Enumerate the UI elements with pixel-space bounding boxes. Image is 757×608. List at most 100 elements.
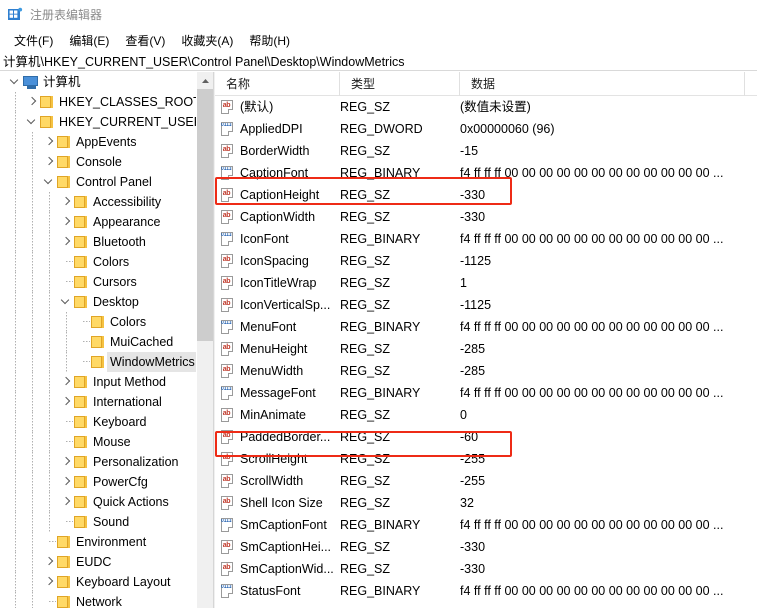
scroll-up-arrow-icon[interactable] (197, 72, 214, 89)
list-item[interactable]: abMenuHeightREG_SZ-285 (215, 338, 757, 360)
tree-scrollbar-thumb[interactable] (197, 89, 214, 341)
chevron-down-icon[interactable] (62, 298, 70, 306)
tree-expander[interactable] (58, 372, 74, 392)
chevron-right-icon[interactable] (45, 158, 53, 166)
tree-item-accessibility[interactable]: Accessibility (0, 192, 196, 212)
chevron-right-icon[interactable] (45, 578, 53, 586)
tree-item-appearance[interactable]: Appearance (0, 212, 196, 232)
tree-expander[interactable] (58, 392, 74, 412)
tree-expander[interactable] (58, 292, 74, 312)
list-item[interactable]: abShell Icon SizeREG_SZ32 (215, 492, 757, 514)
menu-favorites[interactable]: 收藏夹(A) (173, 31, 241, 50)
list-item[interactable]: abIconTitleWrapREG_SZ1 (215, 272, 757, 294)
column-header-data[interactable]: 数据 (460, 72, 745, 96)
tree-item-international[interactable]: International (0, 392, 196, 412)
tree-item-keyboard-layout[interactable]: Keyboard Layout (0, 572, 196, 592)
tree-item-appevents[interactable]: AppEvents (0, 132, 196, 152)
tree-expander[interactable] (24, 92, 40, 112)
tree-item-colors[interactable]: Colors (0, 312, 196, 332)
tree-expander[interactable] (58, 492, 74, 512)
tree-item-desktop[interactable]: Desktop (0, 292, 196, 312)
tree-item-bluetooth[interactable]: Bluetooth (0, 232, 196, 252)
tree-item-quick-actions[interactable]: Quick Actions (0, 492, 196, 512)
chevron-down-icon[interactable] (45, 178, 53, 186)
tree-item-muicached[interactable]: MuiCached (0, 332, 196, 352)
tree-item-colors[interactable]: Colors (0, 252, 196, 272)
tree-expander[interactable] (58, 452, 74, 472)
list-item[interactable]: 011100MenuFontREG_BINARYf4 ff ff ff 00 0… (215, 316, 757, 338)
tree-item-hkey-current-user[interactable]: HKEY_CURRENT_USER (0, 112, 196, 132)
values-list[interactable]: 名称 类型 数据 ab(默认)REG_SZ(数值未设置)011100Applie… (215, 72, 757, 608)
chevron-right-icon[interactable] (45, 558, 53, 566)
menu-file[interactable]: 文件(F) (6, 31, 61, 50)
chevron-right-icon[interactable] (28, 98, 36, 106)
tree-item-network[interactable]: Network (0, 592, 196, 608)
tree-item-personalization[interactable]: Personalization (0, 452, 196, 472)
address-bar[interactable]: 计算机\HKEY_CURRENT_USER\Control Panel\Desk… (0, 50, 757, 71)
tree-scrollbar[interactable] (196, 72, 214, 608)
chevron-right-icon[interactable] (45, 138, 53, 146)
list-item[interactable]: abSmCaptionHei...REG_SZ-330 (215, 536, 757, 558)
chevron-right-icon[interactable] (62, 198, 70, 206)
list-item[interactable]: abMenuWidthREG_SZ-285 (215, 360, 757, 382)
list-item[interactable]: abPaddedBorder...REG_SZ-60 (215, 426, 757, 448)
list-item[interactable]: abIconVerticalSp...REG_SZ-1125 (215, 294, 757, 316)
tree-item-powercfg[interactable]: PowerCfg (0, 472, 196, 492)
chevron-down-icon[interactable] (11, 78, 19, 86)
list-item[interactable]: 011100AppliedDPIREG_DWORD0x00000060 (96) (215, 118, 757, 140)
menu-view[interactable]: 查看(V) (117, 31, 173, 50)
tree-expander[interactable] (24, 112, 40, 132)
tree-item-hkey-classes-root[interactable]: HKEY_CLASSES_ROOT (0, 92, 196, 112)
list-item[interactable]: 011100MessageFontREG_BINARYf4 ff ff ff 0… (215, 382, 757, 404)
chevron-right-icon[interactable] (62, 398, 70, 406)
tree-expander[interactable] (7, 72, 23, 92)
tree-item-windowmetrics[interactable]: WindowMetrics (0, 352, 196, 372)
tree-item-label: Quick Actions (93, 492, 169, 512)
tree-expander[interactable] (41, 152, 57, 172)
list-item[interactable]: ab(默认)REG_SZ(数值未设置) (215, 96, 757, 118)
tree-expander[interactable] (58, 232, 74, 252)
tree-item-control-panel[interactable]: Control Panel (0, 172, 196, 192)
list-item[interactable]: abIconSpacingREG_SZ-1125 (215, 250, 757, 272)
list-item[interactable]: abCaptionHeightREG_SZ-330 (215, 184, 757, 206)
menu-edit[interactable]: 编辑(E) (61, 31, 117, 50)
chevron-right-icon[interactable] (62, 458, 70, 466)
tree-item--[interactable]: 计算机 (0, 72, 196, 92)
list-item[interactable]: 011100StatusFontREG_BINARYf4 ff ff ff 00… (215, 580, 757, 602)
tree-item-sound[interactable]: Sound (0, 512, 196, 532)
list-item[interactable]: abMinAnimateREG_SZ0 (215, 404, 757, 426)
column-header-name[interactable]: 名称 (215, 72, 340, 96)
registry-tree[interactable]: 计算机HKEY_CLASSES_ROOTHKEY_CURRENT_USERApp… (0, 72, 196, 608)
tree-item-environment[interactable]: Environment (0, 532, 196, 552)
list-item[interactable]: abScrollWidthREG_SZ-255 (215, 470, 757, 492)
list-item[interactable]: abBorderWidthREG_SZ-15 (215, 140, 757, 162)
tree-item-mouse[interactable]: Mouse (0, 432, 196, 452)
tree-expander[interactable] (41, 132, 57, 152)
tree-expander[interactable] (58, 212, 74, 232)
tree-expander[interactable] (41, 552, 57, 572)
menu-help[interactable]: 帮助(H) (241, 31, 298, 50)
chevron-right-icon[interactable] (62, 378, 70, 386)
tree-item-input-method[interactable]: Input Method (0, 372, 196, 392)
list-item[interactable]: abSmCaptionWid...REG_SZ-330 (215, 558, 757, 580)
chevron-right-icon[interactable] (62, 498, 70, 506)
tree-expander[interactable] (41, 172, 57, 192)
tree-expander[interactable] (58, 192, 74, 212)
tree-item-cursors[interactable]: Cursors (0, 272, 196, 292)
tree-expander[interactable] (41, 572, 57, 592)
tree-item-keyboard[interactable]: Keyboard (0, 412, 196, 432)
chevron-right-icon[interactable] (62, 478, 70, 486)
column-header-type[interactable]: 类型 (340, 72, 460, 96)
chevron-right-icon[interactable] (62, 218, 70, 226)
list-item[interactable]: abCaptionWidthREG_SZ-330 (215, 206, 757, 228)
chevron-down-icon[interactable] (28, 118, 36, 126)
list-item[interactable]: 011100CaptionFontREG_BINARYf4 ff ff ff 0… (215, 162, 757, 184)
list-item[interactable]: 011100IconFontREG_BINARYf4 ff ff ff 00 0… (215, 228, 757, 250)
tree-expander[interactable] (58, 472, 74, 492)
list-item[interactable]: 011100SmCaptionFontREG_BINARYf4 ff ff ff… (215, 514, 757, 536)
chevron-right-icon[interactable] (62, 238, 70, 246)
tree-item-label: Environment (76, 532, 146, 552)
list-item[interactable]: abScrollHeightREG_SZ-255 (215, 448, 757, 470)
tree-item-console[interactable]: Console (0, 152, 196, 172)
tree-item-eudc[interactable]: EUDC (0, 552, 196, 572)
